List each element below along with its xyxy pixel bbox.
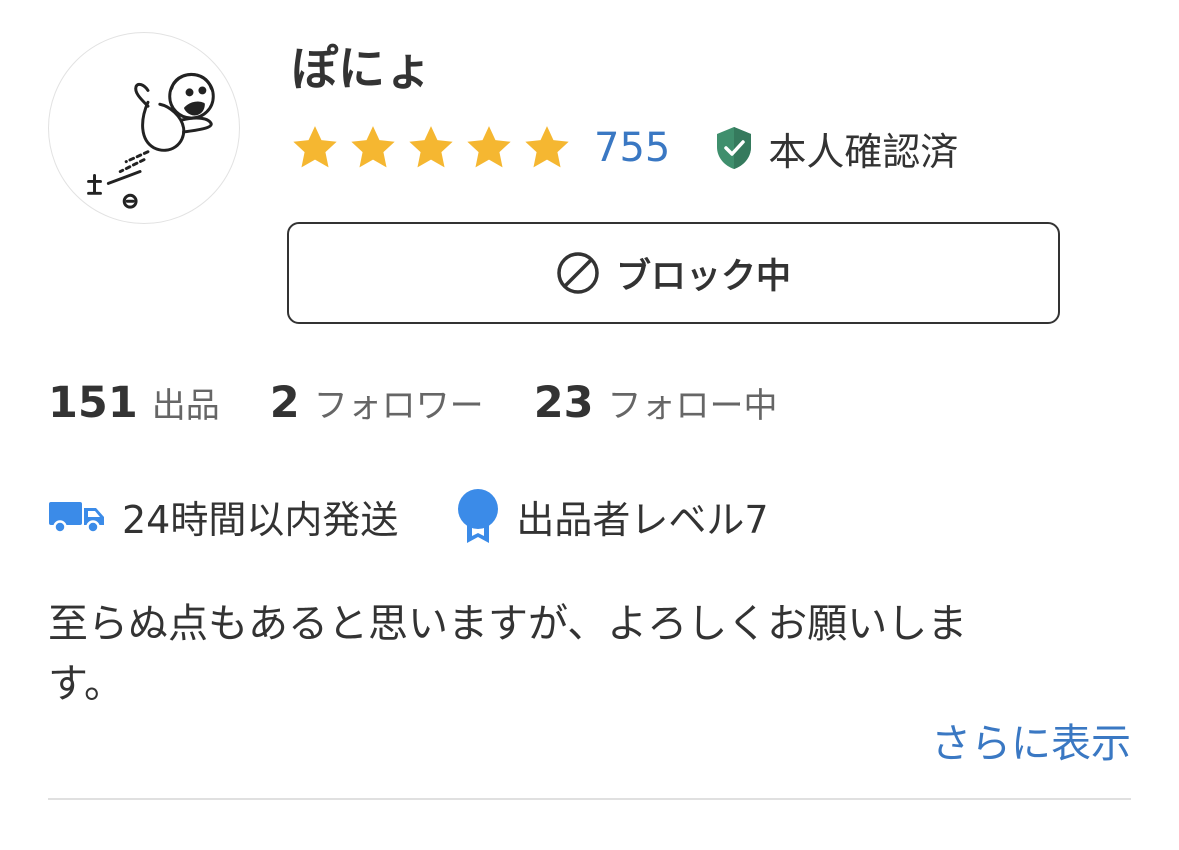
- star-icon: [351, 126, 395, 168]
- star-icon: [525, 126, 569, 168]
- stat-listings-count: 151: [48, 378, 138, 428]
- badge-shipping-label: 24時間以内発送: [122, 497, 399, 542]
- badge-seller-level-label: 出品者レベル7: [516, 497, 769, 542]
- stat-following-label: フォロー中: [607, 386, 778, 426]
- stat-following[interactable]: 23 フォロー中: [534, 378, 778, 428]
- medal-icon: [458, 489, 499, 543]
- star-rating: [290, 123, 572, 173]
- blocked-button[interactable]: ブロック中: [287, 222, 1060, 324]
- rating-count[interactable]: 755: [594, 120, 670, 176]
- profile-name: ぽにょ: [291, 42, 432, 97]
- stat-followers-label: フォロワー: [313, 386, 484, 426]
- stat-followers-count: 2: [269, 378, 300, 428]
- blocked-button-label: ブロック中: [615, 256, 791, 297]
- rating-row[interactable]: 755 本人確認済: [290, 120, 958, 176]
- stat-listings-label: 出品: [151, 386, 220, 426]
- truck-icon: [49, 502, 104, 534]
- seller-badges: 24時間以内発送 出品者レベル7: [48, 486, 769, 546]
- verified-label: 本人確認済: [768, 129, 959, 174]
- star-icon: [409, 126, 453, 168]
- avatar-illustration-icon: [81, 72, 215, 213]
- stat-followers[interactable]: 2 フォロワー: [270, 378, 484, 428]
- stat-following-count: 23: [533, 378, 594, 428]
- profile-stats: 151 出品 2 フォロワー 23 フォロー中: [48, 376, 778, 430]
- shield-check-icon: [717, 127, 752, 169]
- badge-seller-level[interactable]: 出品者レベル7: [456, 487, 769, 545]
- prohibited-icon: [557, 252, 599, 294]
- verified-badge: 本人確認済: [714, 121, 958, 176]
- badge-shipping[interactable]: 24時間以内発送: [48, 489, 398, 544]
- divider: [48, 798, 1131, 800]
- star-icon: [293, 126, 337, 168]
- show-more-link[interactable]: さらに表示: [931, 716, 1131, 772]
- avatar[interactable]: [48, 32, 240, 224]
- star-icon: [467, 126, 511, 168]
- profile-bio: 至らぬ点もあると思いますが、よろしくお願いします。: [48, 601, 968, 707]
- stat-listings[interactable]: 151 出品: [48, 378, 220, 428]
